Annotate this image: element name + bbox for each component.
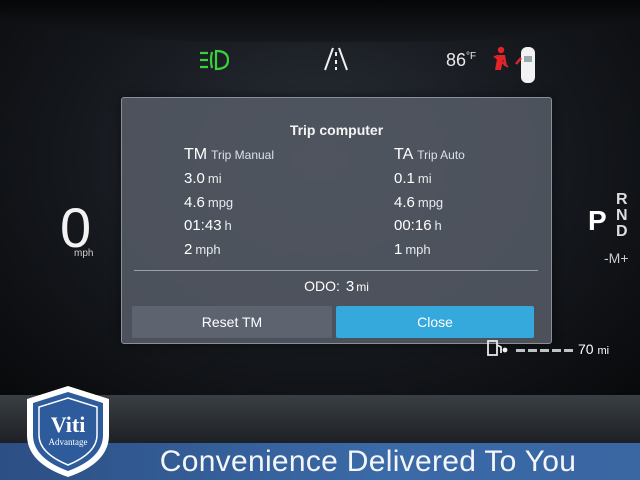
- trip-computer-dialog: Trip computer TM Trip Manual 3.0 mi 4.6 mpg…: [121, 97, 552, 344]
- door-open-icon: [515, 47, 535, 83]
- gear-option-n: N: [616, 207, 628, 224]
- odometer-unit: mi: [356, 280, 369, 294]
- gear-options: R N D: [616, 192, 628, 240]
- temperature-value: 86: [446, 50, 467, 70]
- trip-auto-economy: 4.6 mpg: [394, 193, 444, 211]
- viti-shield-logo: Viti Advantage: [27, 386, 109, 477]
- outside-temperature: 86°F: [446, 50, 476, 71]
- range-dash: [552, 349, 561, 352]
- trip-manual-time: 01:43 h: [184, 217, 232, 234]
- cluster-bezel-top: [0, 0, 640, 42]
- dialog-title: Trip computer: [289, 122, 384, 138]
- lane-assist-icon: [324, 47, 348, 71]
- trip-manual-avg-speed: 2 mph: [184, 240, 221, 258]
- trip-auto-name: Trip Auto: [417, 148, 465, 162]
- trip-auto-distance: 0.1 mi: [394, 170, 432, 187]
- seatbelt-warning-icon: [493, 46, 509, 70]
- odometer-value: 3: [345, 278, 355, 295]
- temperature-unit: °F: [466, 51, 477, 62]
- gear-option-r: R: [616, 191, 628, 208]
- headlight-icon: [200, 49, 230, 71]
- trip-auto-column: TA Trip Auto 0.1 mi 4.6 mpg 00:16 h 1 mph: [394, 146, 465, 264]
- logo-subtext: Advantage: [49, 437, 88, 447]
- range-dash: [528, 349, 537, 352]
- speed-unit: mph: [74, 248, 94, 259]
- range-dash: [540, 349, 549, 352]
- manual-mode-indicator: -M+: [604, 250, 629, 266]
- odometer-readout: ODO: 3 mi: [122, 278, 551, 295]
- trip-manual-name: Trip Manual: [211, 148, 275, 162]
- banner-tagline: Convenience Delivered To You: [159, 445, 577, 478]
- trip-auto-time: 00:16 h: [394, 217, 442, 234]
- trip-manual-column: TM Trip Manual 3.0 mi 4.6 mpg 01:43 h 2 mph: [184, 146, 274, 264]
- trip-manual-economy: 4.6 mpg: [184, 193, 234, 211]
- range-readout: 70 mi: [578, 341, 609, 357]
- dialog-divider: [134, 270, 538, 271]
- trip-manual-distance: 3.0 mi: [184, 170, 222, 187]
- odometer-label: ODO:: [304, 278, 340, 294]
- logo-text: Viti: [51, 412, 86, 437]
- trip-auto-avg-speed: 1 mph: [394, 240, 431, 258]
- reset-tm-button[interactable]: Reset TM: [132, 306, 332, 338]
- range-unit: mi: [597, 345, 610, 357]
- range-dash: [516, 349, 525, 352]
- range-dash: [564, 349, 573, 352]
- gear-option-d: D: [616, 223, 628, 240]
- range-value: 70: [578, 341, 594, 357]
- trip-manual-code: TM: [184, 146, 208, 163]
- gear-selected: P: [588, 205, 607, 236]
- instrument-cluster: 86°F 0 mph P R N D -M+ Trip computer TM T…: [0, 0, 640, 400]
- close-button[interactable]: Close: [336, 306, 534, 338]
- trip-auto-code: TA: [394, 146, 414, 163]
